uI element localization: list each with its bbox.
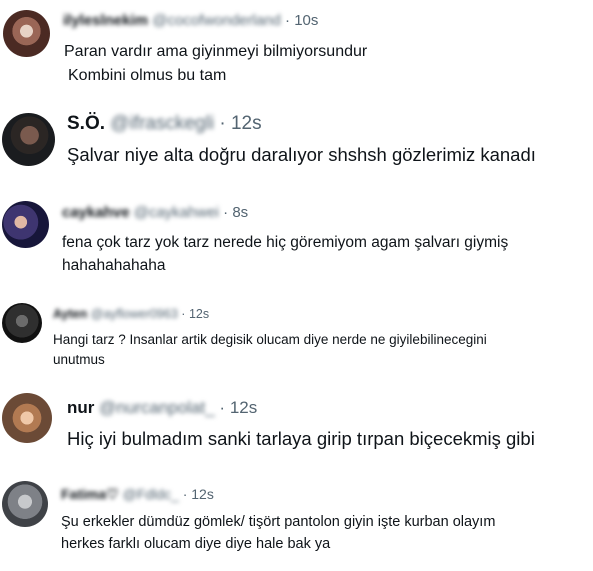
display-name[interactable]: Ayten — [53, 307, 87, 321]
avatar[interactable] — [2, 113, 55, 166]
avatar[interactable] — [2, 303, 42, 343]
avatar[interactable] — [2, 201, 49, 248]
reply-text-line: Hangi tarz ? Insanlar artik degisik oluc… — [53, 332, 487, 347]
reply-text: Paran vardır ama giyinmeyi bilmiyorsundu… — [64, 40, 367, 88]
display-name[interactable]: S.Ö. — [67, 113, 105, 134]
meta-separator: · — [219, 398, 226, 417]
timestamp[interactable]: 12s — [189, 307, 209, 321]
reply-meta: Ayten @ayflower0963 · 12s — [53, 307, 209, 321]
reply-meta: nur @nurcanpolat_ · 12s — [67, 398, 257, 418]
timestamp[interactable]: 10s — [294, 12, 318, 29]
display-name[interactable]: caykahve — [62, 204, 130, 221]
timestamp[interactable]: 8s — [232, 204, 248, 221]
reply-text: Hiç iyi bulmadım sanki tarlaya girip tır… — [67, 426, 535, 452]
avatar[interactable] — [2, 481, 48, 527]
avatar[interactable] — [2, 393, 52, 443]
reply-meta: caykahve @caykahwei · 8s — [62, 204, 248, 221]
display-name[interactable]: nur — [67, 398, 94, 417]
display-name[interactable]: ilyleslnekim — [63, 12, 148, 29]
timestamp[interactable]: 12s — [230, 398, 257, 417]
meta-separator: · — [181, 307, 186, 321]
user-handle[interactable]: @nurcanpolat_ — [99, 398, 215, 417]
meta-separator: · — [285, 12, 291, 29]
reply-meta: S.Ö. @ifrasckegli · 12s — [67, 113, 262, 135]
user-handle[interactable]: @ifrasckegli — [110, 113, 214, 134]
reply-text: Şalvar niye alta doğru daralıyor shshsh … — [67, 142, 536, 168]
reply-text: fena çok tarz yok tarz nerede hiç göremi… — [62, 231, 508, 277]
display-name[interactable]: Fatima♡ — [61, 486, 119, 502]
meta-separator: · — [219, 113, 226, 134]
reply-text-line: unutmus — [53, 352, 105, 367]
reply-text: Şu erkekler dümdüz gömlek/ tişört pantol… — [61, 511, 495, 555]
user-handle[interactable]: @cocofwonderland — [152, 12, 281, 29]
reply-text-line: Şalvar niye alta doğru daralıyor shshsh … — [67, 144, 536, 165]
user-handle[interactable]: @caykahwei — [134, 204, 219, 221]
reply-text-line: Şu erkekler dümdüz gömlek/ tişört pantol… — [61, 514, 496, 530]
reply-meta: Fatima♡ @Fdldc_ · 12s — [61, 486, 214, 503]
meta-separator: · — [182, 486, 188, 502]
reply-text-line: hahahahahaha — [62, 257, 166, 274]
timestamp[interactable]: 12s — [231, 113, 262, 134]
user-handle[interactable]: @Fdldc_ — [123, 486, 179, 502]
avatar[interactable] — [3, 10, 50, 57]
reply-meta: ilyleslnekim @cocofwonderland · 10s — [63, 12, 318, 29]
reply-text-line: Paran vardır ama giyinmeyi bilmiyorsundu… — [64, 43, 368, 60]
timestamp[interactable]: 12s — [191, 486, 214, 502]
reply-text-line: herkes farklı olucam diye diye hale bak … — [61, 536, 331, 552]
reply-text-line: fena çok tarz yok tarz nerede hiç göremi… — [62, 234, 509, 251]
reply-text-line: Hiç iyi bulmadım sanki tarlaya girip tır… — [67, 428, 535, 449]
reply-text-line: Kombini olmus bu tam — [68, 67, 227, 84]
user-handle[interactable]: @ayflower0963 — [91, 307, 178, 321]
reply-text: Hangi tarz ? Insanlar artik degisik oluc… — [53, 330, 487, 370]
meta-separator: · — [223, 204, 229, 221]
